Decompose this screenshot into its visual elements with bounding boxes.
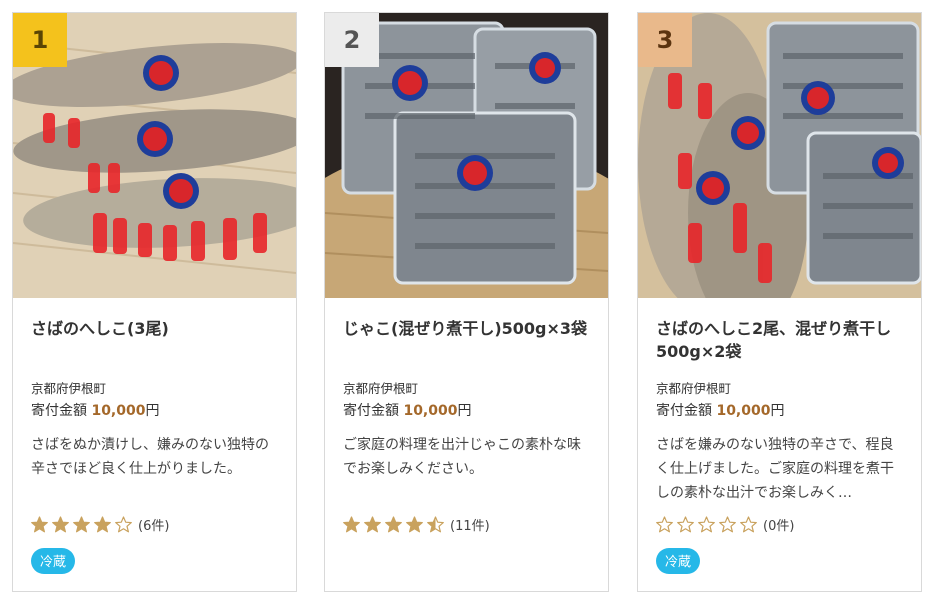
amount-unit: 円 [457, 403, 472, 419]
star-empty-icon [656, 516, 673, 533]
review-count[interactable]: (11件) [450, 515, 490, 534]
star-empty-icon [698, 516, 715, 533]
review-count[interactable]: (0件) [763, 515, 794, 534]
donation-amount: 寄付金額 10,000円 [31, 400, 159, 420]
amount-value: 10,000 [716, 403, 771, 419]
amount-value: 10,000 [91, 403, 146, 419]
amount-value: 10,000 [403, 403, 458, 419]
star-rating: (11件) [343, 515, 490, 534]
star-empty-icon [115, 516, 132, 533]
star-empty-icon [740, 516, 757, 533]
amount-label: 寄付金額 [31, 403, 87, 419]
product-card[interactable]: 3 さばのへしこ2尾、混ぜり煮干し500g×2袋 京都府伊根町 寄付金額 10,… [637, 12, 922, 592]
product-description: さばを嫌みのない独特の辛さで、程良く仕上げました。ご家庭の料理を煮干しの素朴な出… [656, 437, 894, 501]
star-filled-icon [385, 516, 402, 533]
product-region: 京都府伊根町 [31, 381, 107, 396]
refrigerated-tag: 冷蔵 [656, 548, 701, 574]
amount-label: 寄付金額 [656, 403, 712, 419]
product-description: さばをぬか漬けし、嫌みのない独特の辛さでほど良く仕上がりました。 [31, 437, 269, 477]
rank-badge: 2 [325, 13, 379, 67]
rank-badge: 3 [638, 13, 692, 67]
amount-unit: 円 [145, 403, 160, 419]
product-card[interactable]: 1 さばのへしこ(3尾) 京都府伊根町 寄付金額 10,000円 さばをぬか漬け… [12, 12, 297, 592]
product-title[interactable]: さばのへしこ2尾、混ぜり煮干し500g×2袋 [656, 317, 907, 363]
star-filled-icon [94, 516, 111, 533]
star-half-icon [427, 516, 444, 533]
refrigerated-tag: 冷蔵 [31, 548, 76, 574]
amount-label: 寄付金額 [343, 403, 399, 419]
product-title[interactable]: さばのへしこ(3尾) [31, 317, 282, 340]
star-rating: (0件) [656, 515, 794, 534]
donation-amount: 寄付金額 10,000円 [656, 400, 784, 420]
review-count[interactable]: (6件) [138, 515, 169, 534]
star-filled-icon [52, 516, 69, 533]
rank-badge: 1 [13, 13, 67, 67]
product-region: 京都府伊根町 [656, 381, 732, 396]
star-filled-icon [31, 516, 48, 533]
star-empty-icon [719, 516, 736, 533]
star-filled-icon [364, 516, 381, 533]
donation-amount: 寄付金額 10,000円 [343, 400, 471, 420]
star-empty-icon [677, 516, 694, 533]
product-card[interactable]: 2 じゃこ(混ぜり煮干し)500g×3袋 京都府伊根町 寄付金額 10,000円… [324, 12, 609, 592]
product-title[interactable]: じゃこ(混ぜり煮干し)500g×3袋 [343, 317, 594, 340]
star-filled-icon [406, 516, 423, 533]
product-description: ご家庭の料理を出汁じゃこの素朴な味でお楽しみください。 [343, 437, 581, 477]
product-region: 京都府伊根町 [343, 381, 419, 396]
star-filled-icon [343, 516, 360, 533]
star-rating: (6件) [31, 515, 169, 534]
star-filled-icon [73, 516, 90, 533]
amount-unit: 円 [770, 403, 785, 419]
